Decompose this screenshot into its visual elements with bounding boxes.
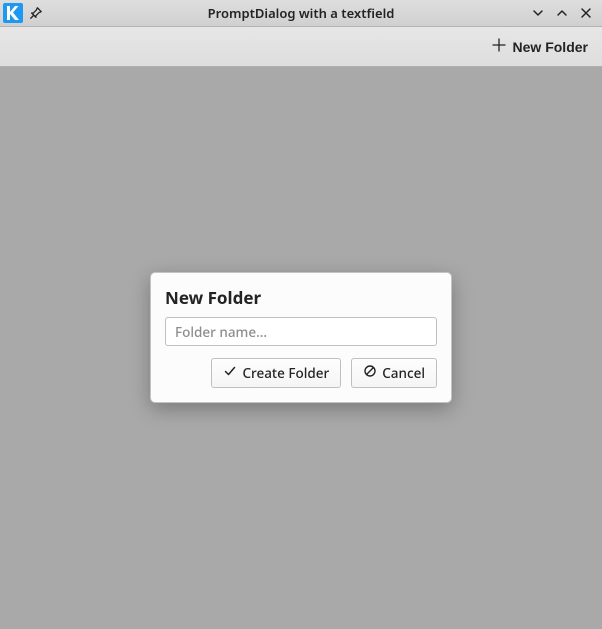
cancel-icon bbox=[363, 364, 377, 382]
create-folder-button[interactable]: Create Folder bbox=[211, 358, 341, 388]
maximize-icon[interactable] bbox=[553, 4, 571, 22]
content-dim-overlay: New Folder Create Folder Cancel bbox=[0, 67, 602, 629]
close-icon[interactable] bbox=[577, 4, 595, 22]
pin-icon[interactable] bbox=[27, 4, 45, 22]
create-folder-label: Create Folder bbox=[242, 364, 329, 382]
dialog-actions: Create Folder Cancel bbox=[165, 358, 437, 388]
cancel-label: Cancel bbox=[382, 364, 425, 382]
titlebar-left bbox=[0, 3, 45, 23]
titlebar-right bbox=[529, 4, 602, 22]
prompt-dialog: New Folder Create Folder Cancel bbox=[150, 272, 452, 403]
dialog-title: New Folder bbox=[165, 286, 437, 309]
check-icon bbox=[223, 364, 237, 382]
plus-icon bbox=[491, 37, 507, 56]
folder-name-input[interactable] bbox=[165, 317, 437, 346]
new-folder-button[interactable]: New Folder bbox=[487, 33, 592, 60]
kde-app-icon bbox=[3, 3, 23, 23]
minimize-icon[interactable] bbox=[529, 4, 547, 22]
window-title: PromptDialog with a textfield bbox=[0, 4, 602, 22]
cancel-button[interactable]: Cancel bbox=[351, 358, 437, 388]
new-folder-label: New Folder bbox=[513, 39, 588, 55]
toolbar: New Folder bbox=[0, 27, 602, 67]
titlebar: PromptDialog with a textfield bbox=[0, 0, 602, 27]
